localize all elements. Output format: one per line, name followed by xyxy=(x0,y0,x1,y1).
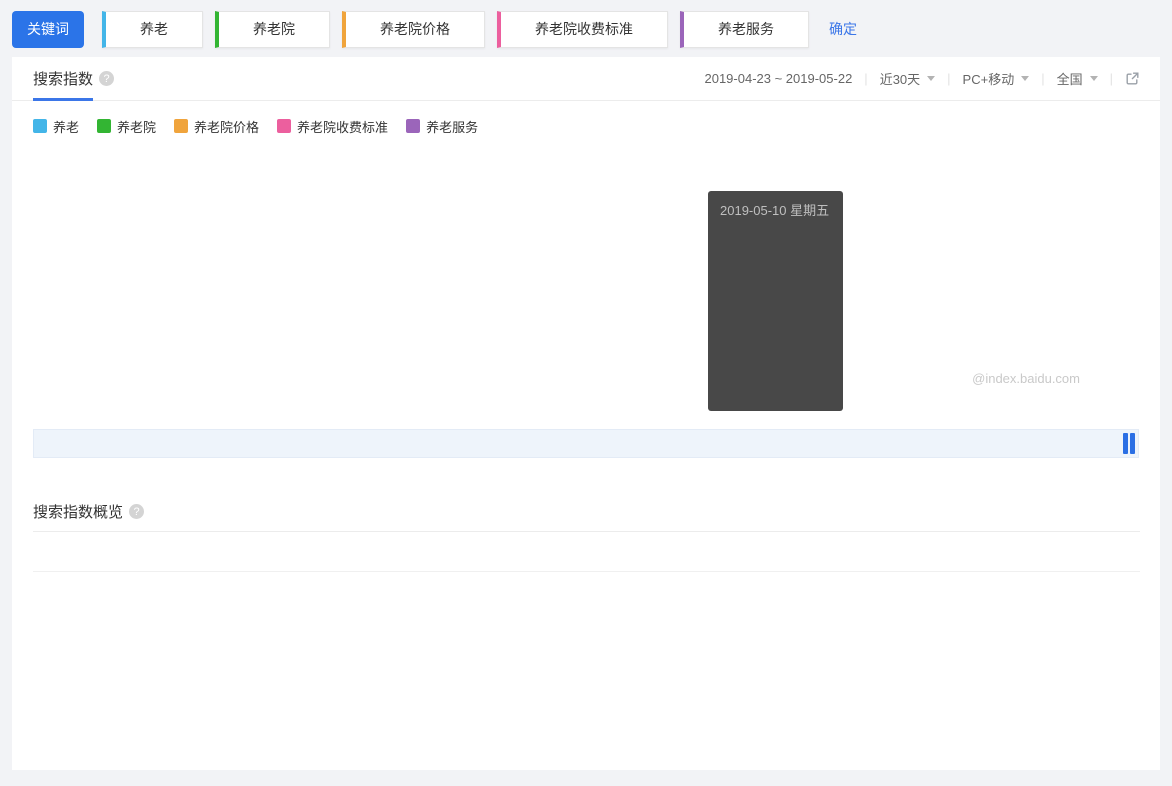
legend-label: 养老院收费标准 xyxy=(297,119,389,135)
tab-active-underline xyxy=(33,98,94,101)
section-divider xyxy=(12,482,1160,492)
legend-label: 养老 xyxy=(53,119,80,135)
watermark: @index.baidu.com xyxy=(972,371,1080,386)
legend-swatch xyxy=(277,119,292,133)
confirm-link[interactable]: 确定 xyxy=(829,19,857,39)
legend-item[interactable]: 养老院收费标准 xyxy=(277,117,388,136)
legend-label: 养老服务 xyxy=(426,119,479,135)
period-dropdown[interactable]: 近30天 xyxy=(879,69,936,88)
legend-row: 养老 养老院 养老院价格 养老院收费标准 养老服务 xyxy=(12,101,1160,151)
keyword-input[interactable]: 养老院价格 xyxy=(342,10,485,48)
legend-item[interactable]: 养老 xyxy=(33,117,79,136)
timeline-years xyxy=(33,458,1139,482)
region-value: 全国 xyxy=(1056,72,1083,87)
chevron-down-icon xyxy=(1021,76,1030,81)
period-value: 近30天 xyxy=(879,72,921,87)
keyword-input[interactable]: 养老院收费标准 xyxy=(497,10,668,48)
device-value: PC+移动 xyxy=(962,72,1015,87)
overview-title: 搜索指数概览 xyxy=(33,504,124,521)
external-link-icon[interactable] xyxy=(1125,71,1140,86)
help-icon[interactable]: ? xyxy=(129,504,145,519)
keyword-bar: 关键词 养老 养老院 养老院价格 养老院收费标准 养老服务 确定 xyxy=(0,0,1172,49)
search-index-card: 搜索指数 ? 2019-04-23 ~ 2019-05-22 | 近30天 | … xyxy=(12,57,1160,770)
panel-header: 搜索指数 ? 2019-04-23 ~ 2019-05-22 | 近30天 | … xyxy=(12,57,1160,101)
tab-search-index[interactable]: 搜索指数 xyxy=(33,57,94,101)
help-icon[interactable]: ? xyxy=(99,71,115,86)
legend-swatch xyxy=(174,119,189,133)
region-dropdown[interactable]: 全国 xyxy=(1057,69,1098,88)
keyword-chips: 养老 养老院 养老院价格 养老院收费标准 养老服务 xyxy=(102,10,821,48)
overview-title-row: 搜索指数概览 ? xyxy=(33,492,1140,532)
tab-label: 搜索指数 xyxy=(33,71,94,88)
legend-item[interactable]: 养老院 xyxy=(97,117,156,136)
separator: | xyxy=(864,71,868,86)
chart-legend: 养老 养老院 养老院价格 养老院收费标准 养老服务 xyxy=(33,117,478,136)
chevron-down-icon xyxy=(927,76,936,81)
separator: | xyxy=(1041,71,1045,86)
chart-canvas[interactable] xyxy=(12,151,1160,399)
chart-tooltip: 2019-05-10 星期五 xyxy=(708,191,843,411)
overview-section: 搜索指数概览 ? xyxy=(12,492,1160,572)
legend-label: 养老院价格 xyxy=(194,119,260,135)
chevron-down-icon xyxy=(1089,76,1098,81)
overview-table-header xyxy=(33,532,1140,572)
timeline-slider[interactable] xyxy=(33,429,1139,458)
legend-item[interactable]: 养老院价格 xyxy=(174,117,259,136)
trend-chart[interactable]: @index.baidu.com 2019-05-10 星期五 xyxy=(12,151,1160,425)
slider-minichart xyxy=(34,430,1138,457)
legend-swatch xyxy=(33,119,47,133)
slider-handle-right[interactable] xyxy=(1130,433,1135,454)
tooltip-date: 2019-05-10 星期五 xyxy=(720,203,830,218)
keyword-input[interactable]: 养老 xyxy=(102,10,203,48)
separator: | xyxy=(1109,71,1113,86)
separator: | xyxy=(947,71,951,86)
legend-item[interactable]: 养老服务 xyxy=(406,117,478,136)
legend-swatch xyxy=(97,119,112,133)
keyword-input[interactable]: 养老院 xyxy=(215,10,330,48)
device-dropdown[interactable]: PC+移动 xyxy=(963,69,1030,88)
legend-swatch xyxy=(406,119,421,133)
x-axis-labels xyxy=(12,399,1160,425)
keyword-button[interactable]: 关键词 xyxy=(12,10,84,48)
date-range[interactable]: 2019-04-23 ~ 2019-05-22 xyxy=(704,71,852,86)
slider-handle-left[interactable] xyxy=(1123,433,1128,454)
keyword-input[interactable]: 养老服务 xyxy=(680,10,809,48)
legend-label: 养老院 xyxy=(117,119,157,135)
